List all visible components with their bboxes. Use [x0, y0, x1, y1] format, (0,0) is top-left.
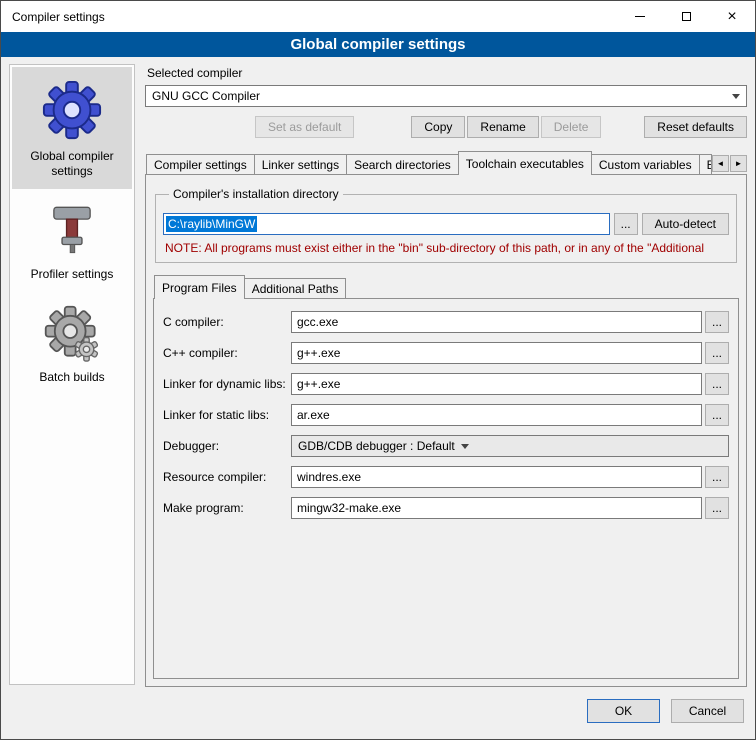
- minimize-icon: [635, 16, 645, 17]
- page-title: Global compiler settings: [1, 32, 755, 57]
- resource-compiler-browse-button[interactable]: ...: [705, 466, 729, 488]
- tab-linker-settings[interactable]: Linker settings: [254, 154, 347, 174]
- profiler-tool-icon: [43, 201, 101, 259]
- sidebar-item-profiler-settings[interactable]: Profiler settings: [12, 189, 132, 292]
- cpp-compiler-label: C++ compiler:: [163, 346, 291, 360]
- minimize-button[interactable]: [617, 1, 663, 32]
- tab-additional-paths[interactable]: Additional Paths: [244, 278, 347, 298]
- static-linker-browse-button[interactable]: ...: [705, 404, 729, 426]
- program-tabs: Program Files Additional Paths: [153, 275, 739, 298]
- static-linker-input[interactable]: [291, 404, 702, 426]
- close-icon: ×: [727, 9, 736, 25]
- chevron-down-icon: [461, 444, 469, 449]
- tab-compiler-settings[interactable]: Compiler settings: [146, 154, 255, 174]
- blue-gear-icon: [41, 79, 103, 141]
- gray-gear-icon: [43, 304, 101, 362]
- install-dir-value: C:\raylib\MinGW: [166, 216, 257, 232]
- selected-compiler-select[interactable]: GNU GCC Compiler: [145, 85, 747, 107]
- rename-button[interactable]: Rename: [467, 116, 538, 138]
- cpp-compiler-browse-button[interactable]: ...: [705, 342, 729, 364]
- toolchain-executables-panel: Compiler's installation directory C:\ray…: [145, 174, 747, 687]
- sidebar-item-label: Batch builds: [39, 370, 104, 385]
- form-row-dynamic-linker: Linker for dynamic libs: ...: [163, 373, 729, 395]
- debugger-select[interactable]: GDB/CDB debugger : Default: [291, 435, 729, 457]
- resource-compiler-label: Resource compiler:: [163, 470, 291, 484]
- resource-compiler-input[interactable]: [291, 466, 702, 488]
- selected-compiler-label: Selected compiler: [147, 66, 747, 80]
- static-linker-label: Linker for static libs:: [163, 408, 291, 422]
- form-row-static-linker: Linker for static libs: ...: [163, 404, 729, 426]
- installation-directory-group: Compiler's installation directory C:\ray…: [155, 187, 737, 263]
- install-dir-input[interactable]: C:\raylib\MinGW: [163, 213, 610, 235]
- tab-custom-variables[interactable]: Custom variables: [591, 154, 700, 174]
- make-program-browse-button[interactable]: ...: [705, 497, 729, 519]
- sidebar-item-label: Global compiler settings: [15, 149, 129, 179]
- cancel-button[interactable]: Cancel: [671, 699, 744, 723]
- auto-detect-button[interactable]: Auto-detect: [642, 213, 729, 235]
- main-panel: Selected compiler GNU GCC Compiler Set a…: [145, 64, 747, 695]
- titlebar: Compiler settings ×: [1, 1, 755, 32]
- compiler-settings-dialog: Compiler settings × Global compiler sett…: [0, 0, 756, 740]
- c-compiler-browse-button[interactable]: ...: [705, 311, 729, 333]
- sidebar-item-batch-builds[interactable]: Batch builds: [12, 292, 132, 395]
- dialog-content: Global compiler settings Profiler settin…: [1, 57, 755, 695]
- tab-build-options[interactable]: Buil: [699, 154, 712, 174]
- chevron-down-icon: [732, 94, 740, 99]
- ok-button[interactable]: OK: [587, 699, 660, 723]
- maximize-icon: [682, 12, 691, 21]
- cpp-compiler-input[interactable]: [291, 342, 702, 364]
- debugger-label: Debugger:: [163, 439, 291, 453]
- settings-tabs: Compiler settings Linker settings Search…: [145, 151, 747, 174]
- tab-scroll-right-button[interactable]: ►: [730, 155, 747, 172]
- installation-directory-legend: Compiler's installation directory: [169, 187, 343, 201]
- tab-scroll-left-button[interactable]: ◄: [712, 155, 729, 172]
- dynamic-linker-label: Linker for dynamic libs:: [163, 377, 291, 391]
- bin-subdirectory-note: NOTE: All programs must exist either in …: [165, 241, 727, 255]
- settings-sidebar: Global compiler settings Profiler settin…: [9, 64, 135, 685]
- window-title: Compiler settings: [1, 1, 617, 32]
- close-button[interactable]: ×: [709, 1, 755, 32]
- make-program-label: Make program:: [163, 501, 291, 515]
- selected-compiler-value: GNU GCC Compiler: [152, 89, 726, 103]
- form-row-debugger: Debugger: GDB/CDB debugger : Default: [163, 435, 729, 457]
- tab-scroll-controls: ◄ ►: [712, 155, 747, 172]
- install-dir-browse-button[interactable]: ...: [614, 213, 638, 235]
- c-compiler-label: C compiler:: [163, 315, 291, 329]
- tab-program-files[interactable]: Program Files: [154, 275, 245, 299]
- debugger-value: GDB/CDB debugger : Default: [298, 439, 455, 453]
- dynamic-linker-input[interactable]: [291, 373, 702, 395]
- set-as-default-button[interactable]: Set as default: [255, 116, 354, 138]
- tab-search-directories[interactable]: Search directories: [346, 154, 459, 174]
- program-files-panel: C compiler: ... C++ compiler: ... Linker…: [153, 298, 739, 679]
- sidebar-item-label: Profiler settings: [31, 267, 114, 282]
- compiler-actions: Set as default Copy Rename Delete Reset …: [145, 116, 747, 138]
- form-row-resource-compiler: Resource compiler: ...: [163, 466, 729, 488]
- scroll-right-icon: ►: [735, 159, 743, 168]
- make-program-input[interactable]: [291, 497, 702, 519]
- maximize-button[interactable]: [663, 1, 709, 32]
- reset-defaults-button[interactable]: Reset defaults: [644, 116, 747, 138]
- dynamic-linker-browse-button[interactable]: ...: [705, 373, 729, 395]
- delete-button[interactable]: Delete: [541, 116, 602, 138]
- copy-button[interactable]: Copy: [411, 116, 465, 138]
- form-row-cpp-compiler: C++ compiler: ...: [163, 342, 729, 364]
- form-row-make-program: Make program: ...: [163, 497, 729, 519]
- tab-toolchain-executables[interactable]: Toolchain executables: [458, 151, 592, 175]
- installation-directory-row: C:\raylib\MinGW ... Auto-detect: [163, 213, 729, 235]
- c-compiler-input[interactable]: [291, 311, 702, 333]
- form-row-c-compiler: C compiler: ...: [163, 311, 729, 333]
- dialog-footer: OK Cancel: [1, 695, 755, 739]
- scroll-left-icon: ◄: [717, 159, 725, 168]
- sidebar-item-global-compiler-settings[interactable]: Global compiler settings: [12, 67, 132, 189]
